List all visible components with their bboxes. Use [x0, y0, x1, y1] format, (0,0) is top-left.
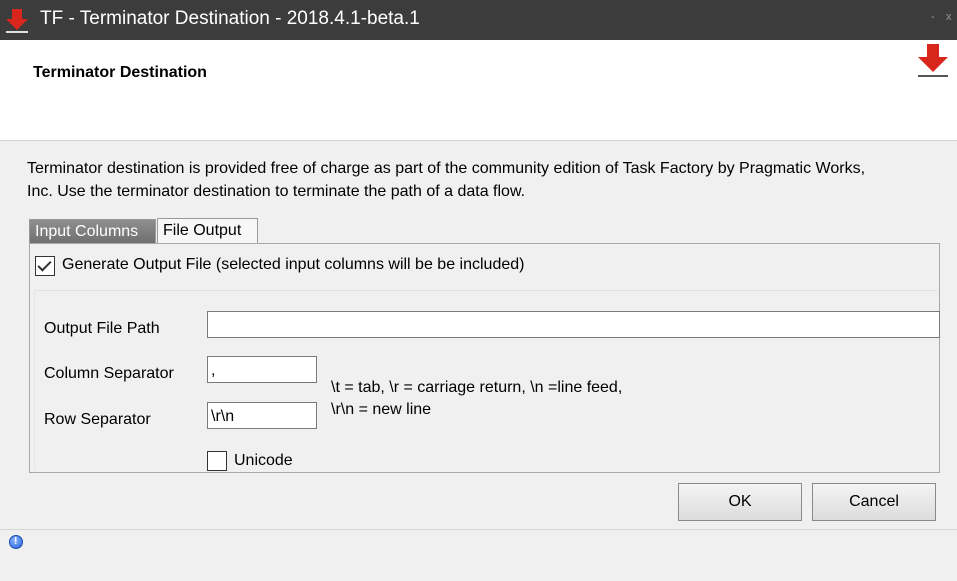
- header-title: Terminator Destination: [33, 64, 207, 81]
- separator-hint: \t = tab, \r = carriage return, \n =line…: [331, 377, 622, 421]
- download-arrow-icon: [6, 9, 28, 33]
- check-mark-icon: [37, 257, 52, 272]
- unicode-label: Unicode: [234, 452, 293, 469]
- generate-output-label: Generate Output File (selected input col…: [62, 256, 525, 273]
- column-separator-label: Column Separator: [44, 365, 174, 382]
- output-file-path-label: Output File Path: [44, 320, 160, 337]
- info-glyph: !: [14, 536, 18, 547]
- dialog-header: Terminator Destination: [0, 40, 957, 141]
- tab-input-columns[interactable]: Input Columns: [29, 219, 156, 244]
- description-line-2: Inc. Use the terminator destination to t…: [27, 183, 526, 200]
- window-title: TF - Terminator Destination - 2018.4.1-b…: [40, 8, 420, 29]
- close-button[interactable]: x: [946, 11, 952, 23]
- status-bar: !: [0, 529, 957, 581]
- unicode-checkbox[interactable]: [207, 451, 227, 471]
- download-arrow-icon: [918, 44, 948, 77]
- tab-file-output[interactable]: File Output: [157, 218, 258, 244]
- column-separator-input[interactable]: [207, 356, 317, 383]
- title-bar: TF - Terminator Destination - 2018.4.1-b…: [0, 0, 957, 40]
- separator-hint-line-1: \t = tab, \r = carriage return, \n =line…: [331, 379, 623, 396]
- description-line-1: Terminator destination is provided free …: [27, 160, 866, 177]
- separator-hint-line-2: \r\n = new line: [331, 401, 432, 418]
- cancel-button[interactable]: Cancel: [812, 483, 936, 521]
- description: Terminator destination is provided free …: [27, 157, 955, 203]
- output-file-path-input[interactable]: [207, 311, 940, 338]
- generate-output-checkbox[interactable]: [35, 256, 55, 276]
- minimize-button[interactable]: -: [931, 11, 935, 23]
- row-separator-label: Row Separator: [44, 411, 151, 428]
- row-separator-input[interactable]: [207, 402, 317, 429]
- info-icon[interactable]: !: [9, 535, 23, 549]
- ok-button[interactable]: OK: [678, 483, 802, 521]
